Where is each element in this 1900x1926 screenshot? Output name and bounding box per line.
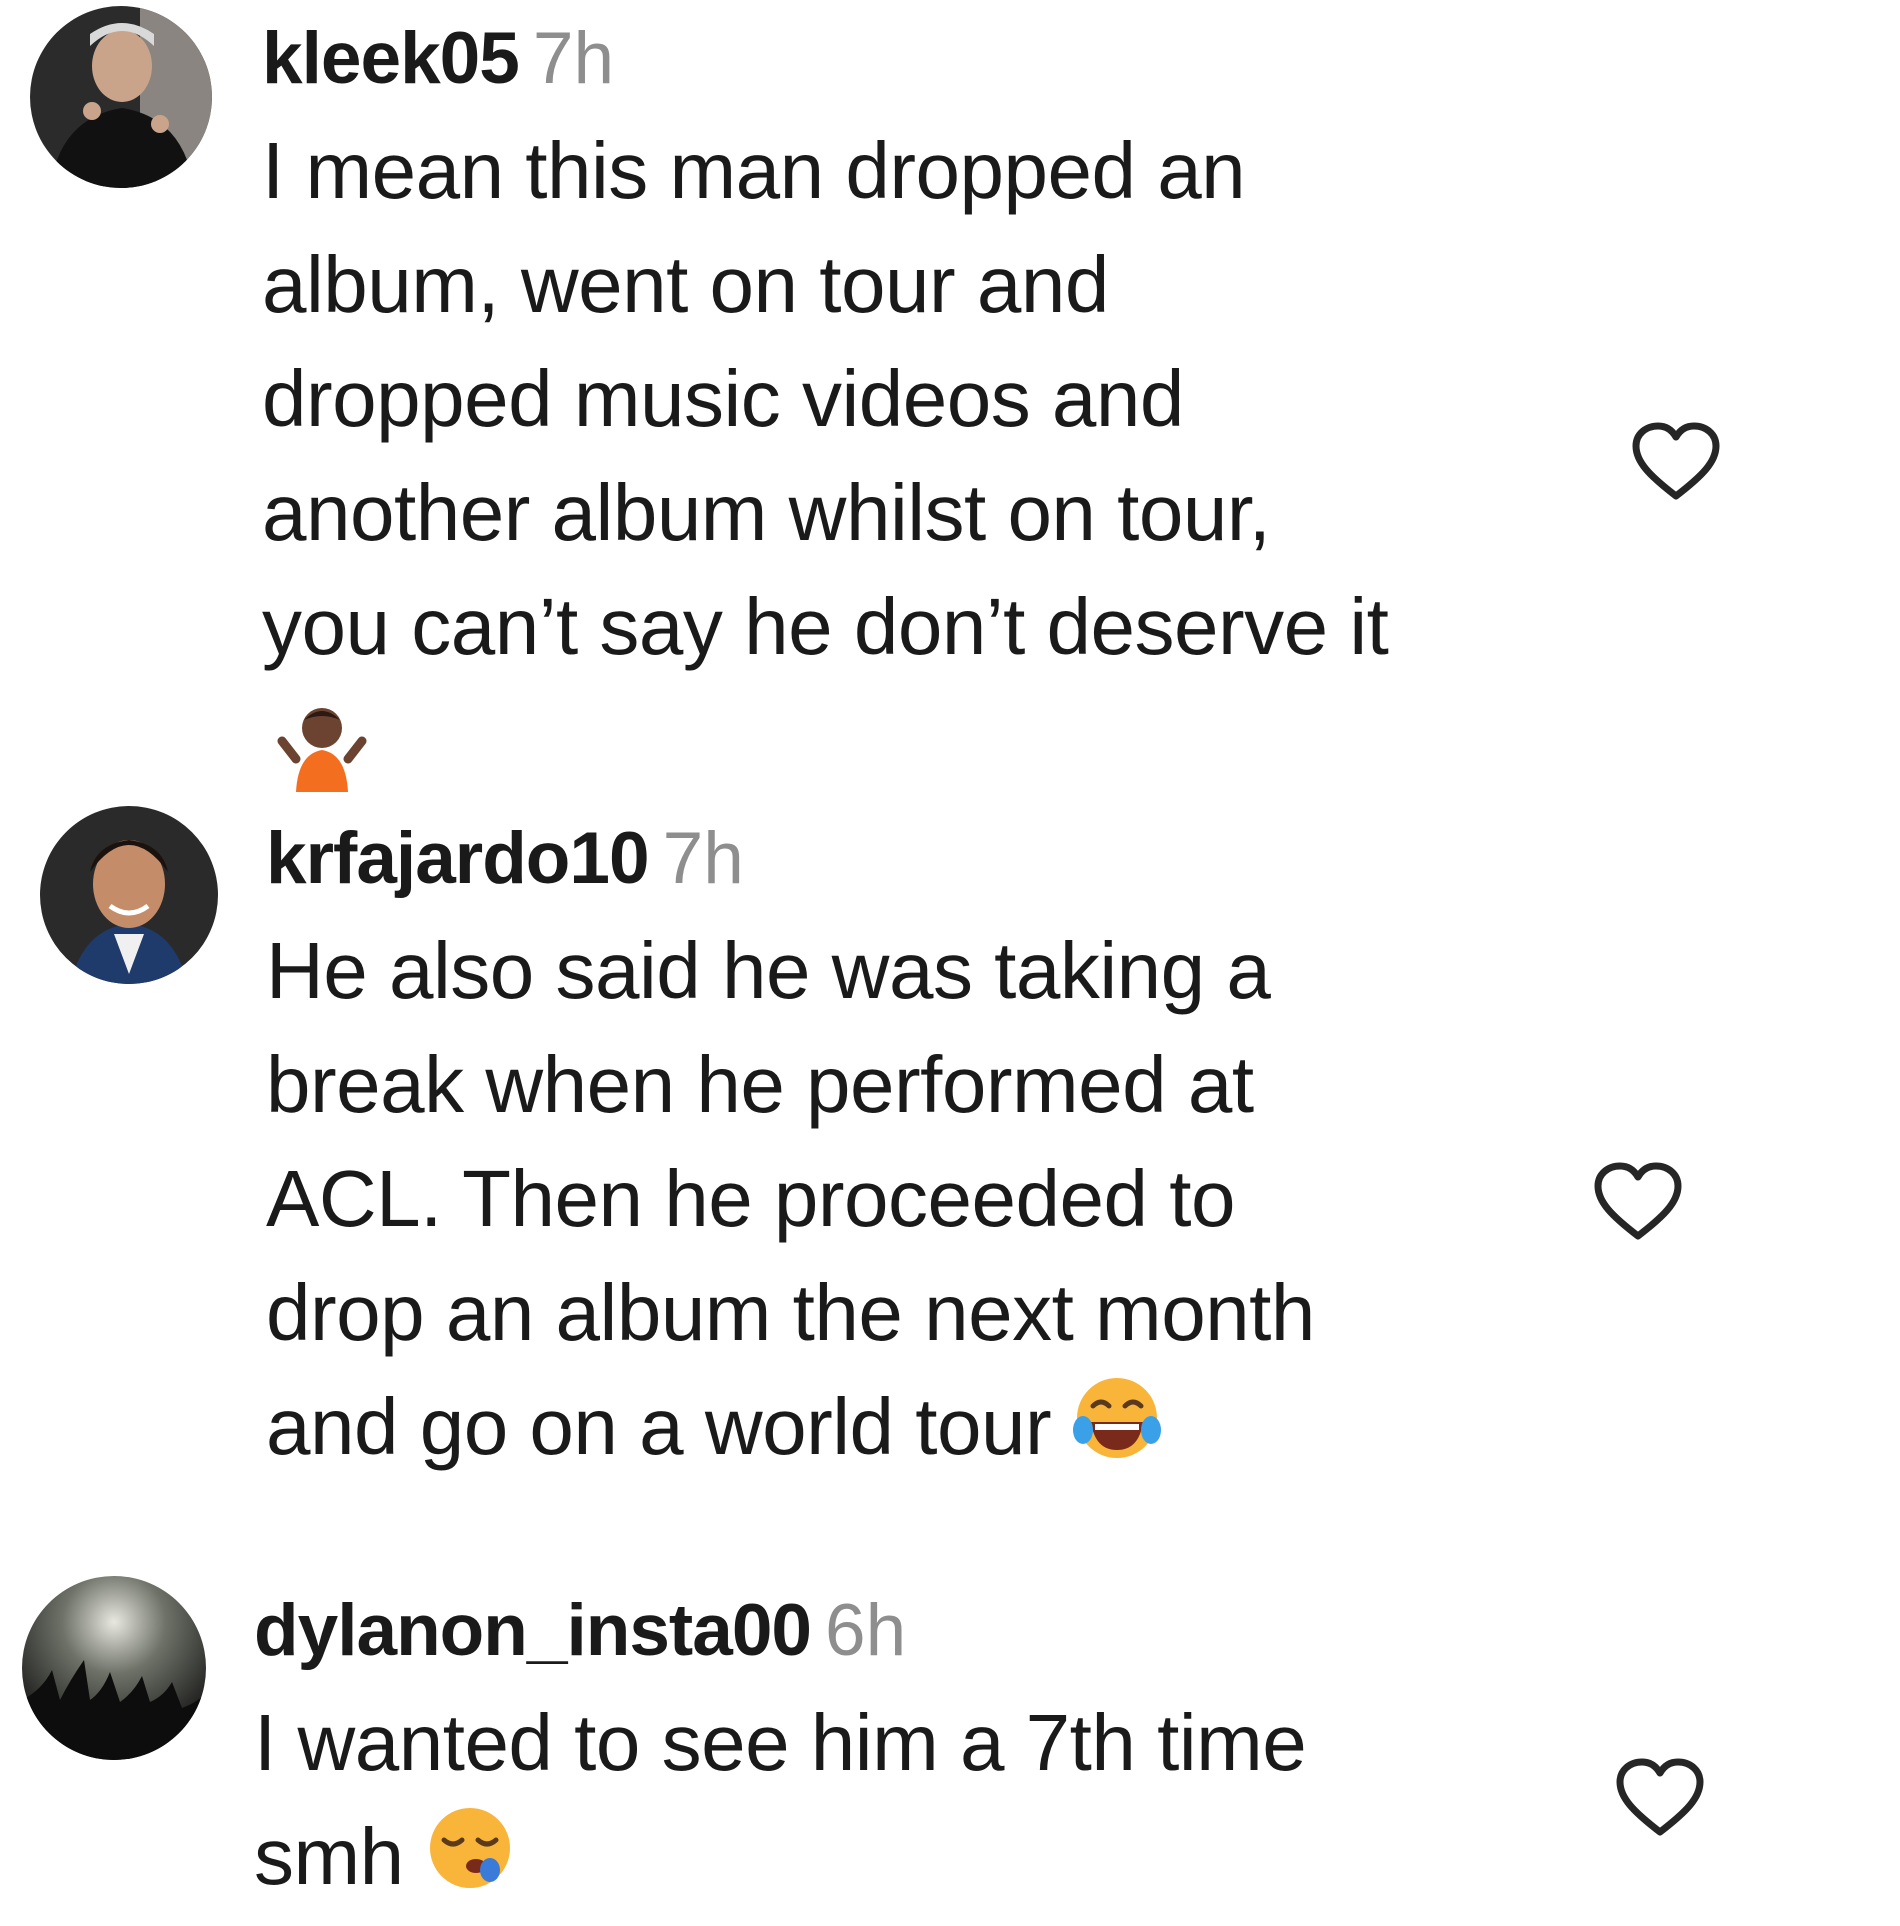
avatar[interactable] [22,1576,206,1760]
timestamp: 7h [662,818,744,899]
user-avatar-icon [40,806,218,984]
comment-body: kleek05 7h I mean this man dropped an alb… [262,18,1389,799]
user-avatar-icon [30,6,212,188]
face-with-tears-of-joy-emoji [1069,1370,1165,1496]
comment-meta: krfajardo10 7h [266,818,1315,900]
username[interactable]: kleek05 [262,18,520,99]
comment-text-content: I wanted to see him a 7th time smh [254,1698,1307,1902]
comment-text: I wanted to see him a 7th time smh [254,1686,1307,1926]
like-heart-icon[interactable] [1592,1160,1684,1242]
comment-text: I mean this man dropped an album, went o… [262,126,1389,671]
comment-meta: kleek05 7h [262,18,1388,100]
comment-meta: dylanon_insta00 6h [254,1590,1306,1672]
comment-body: krfajardo10 7h He also said he was taking… [266,818,1315,1496]
comment-body: dylanon_insta00 6h I wanted to see him a … [254,1590,1307,1926]
person-shrugging-emoji [272,704,1388,799]
username[interactable]: dylanon_insta00 [254,1590,812,1671]
comment-text: He also said he was taking a break when … [266,914,1315,1496]
user-avatar-icon [22,1576,206,1760]
timestamp: 7h [532,18,615,99]
avatar[interactable] [30,6,212,188]
like-heart-icon[interactable] [1630,420,1722,502]
timestamp: 6h [825,1590,907,1671]
sleepy-face-emoji [422,1800,518,1926]
username[interactable]: krfajardo10 [266,818,650,899]
like-heart-icon[interactable] [1614,1756,1706,1838]
avatar[interactable] [40,806,218,984]
